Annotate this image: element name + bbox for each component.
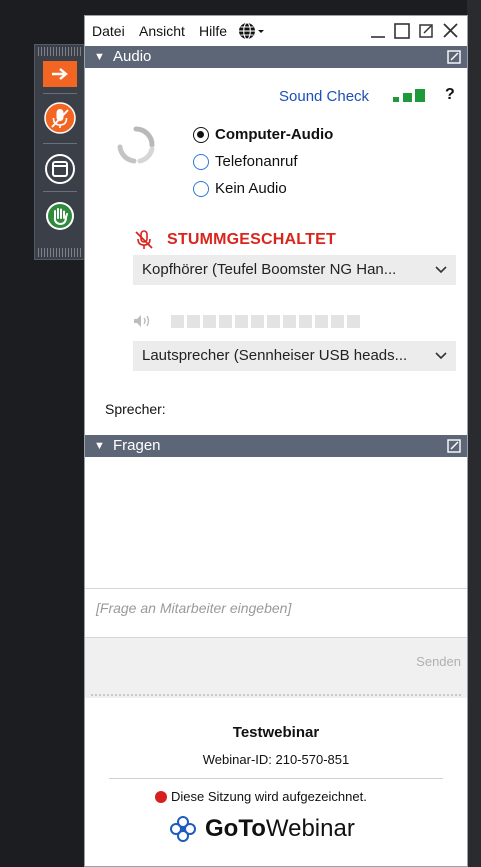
gotowebinar-logo: GoTo Webinar bbox=[169, 815, 355, 843]
microphone-button[interactable] bbox=[42, 100, 78, 136]
webinar-footer: Testwebinar Webinar-ID: 210-570-851 Dies… bbox=[85, 700, 467, 866]
recording-notice: Diese Sitzung wird aufgezeichnet. bbox=[155, 789, 367, 804]
minimize-icon bbox=[371, 36, 385, 38]
show-panel-button[interactable] bbox=[42, 151, 78, 187]
send-area: Senden bbox=[85, 638, 467, 698]
level-segment bbox=[219, 314, 232, 328]
arrow-right-icon bbox=[52, 68, 68, 80]
microphone-select[interactable]: Kopfhörer (Teufel Boomster NG Han... bbox=[133, 255, 456, 285]
help-button[interactable]: ? bbox=[445, 86, 455, 104]
popout-button[interactable] bbox=[417, 20, 435, 44]
chevron-down-icon bbox=[434, 341, 448, 382]
level-segment bbox=[235, 314, 248, 328]
control-panel bbox=[34, 44, 86, 260]
audio-section-header[interactable]: ▼ Audio bbox=[85, 46, 467, 68]
level-segment bbox=[267, 314, 280, 328]
questions-section-header[interactable]: ▼ Fragen bbox=[85, 435, 467, 457]
logo-webinar-text: Webinar bbox=[265, 815, 355, 842]
raise-hand-icon bbox=[46, 202, 74, 230]
logo-goto-text: GoTo bbox=[205, 815, 266, 842]
questions-section-title: Fragen bbox=[113, 437, 161, 454]
minimize-button[interactable] bbox=[369, 20, 387, 44]
loading-spinner-icon bbox=[117, 126, 155, 164]
separator bbox=[43, 191, 77, 192]
menu-datei[interactable]: Datei bbox=[92, 23, 125, 39]
radio-kein-audio[interactable]: Kein Audio bbox=[193, 180, 287, 197]
level-segment bbox=[347, 314, 360, 328]
recording-dot-icon bbox=[155, 790, 167, 803]
level-segment bbox=[171, 314, 184, 328]
speaker-volume-icon bbox=[134, 315, 150, 327]
popout-section-button[interactable] bbox=[447, 49, 461, 64]
audio-section-title: Audio bbox=[113, 48, 152, 65]
speaker-level-meter bbox=[133, 314, 363, 328]
popout-icon bbox=[419, 24, 433, 38]
language-button[interactable] bbox=[238, 22, 268, 45]
webinar-title: Testwebinar bbox=[232, 724, 320, 741]
sprecher-label: Sprecher: bbox=[105, 401, 166, 417]
sound-check-link[interactable]: Sound Check bbox=[279, 88, 369, 105]
collapse-triangle-icon: ▼ bbox=[94, 440, 105, 452]
radio-telefonanruf[interactable]: Telefonanruf bbox=[193, 153, 298, 170]
send-button[interactable]: Senden bbox=[416, 654, 461, 669]
maximize-icon bbox=[394, 23, 410, 39]
level-segment bbox=[299, 314, 312, 328]
menu-hilfe[interactable]: Hilfe bbox=[199, 23, 227, 39]
globe-icon bbox=[239, 22, 264, 40]
level-segment bbox=[331, 314, 344, 328]
speaker-select[interactable]: Lautsprecher (Sennheiser USB heads... bbox=[133, 341, 456, 371]
radio-label: Computer-Audio bbox=[215, 126, 334, 143]
popout-icon bbox=[447, 439, 461, 453]
level-segment bbox=[315, 314, 328, 328]
menu-ansicht[interactable]: Ansicht bbox=[139, 23, 185, 39]
collapse-arrow-button[interactable] bbox=[43, 61, 77, 87]
collapse-triangle-icon: ▼ bbox=[94, 51, 105, 63]
gotowebinar-window: Datei Ansicht Hilfe ▼ Audio Sound Check … bbox=[84, 15, 468, 867]
microphone-off-icon bbox=[135, 230, 153, 249]
gotowebinar-logo-icon bbox=[170, 816, 196, 842]
speaker-select-value: Lautsprecher (Sennheiser USB heads... bbox=[142, 347, 408, 364]
radio-indicator bbox=[193, 180, 209, 197]
window-panel-icon bbox=[45, 154, 75, 184]
radio-label: Kein Audio bbox=[215, 180, 287, 197]
divider bbox=[109, 778, 443, 779]
separator bbox=[43, 93, 77, 94]
question-input[interactable]: [Frage an Mitarbeiter eingeben] bbox=[85, 588, 467, 638]
raise-hand-button[interactable] bbox=[42, 198, 78, 234]
maximize-button[interactable] bbox=[393, 20, 411, 44]
muted-label: STUMMGESCHALTET bbox=[167, 231, 336, 248]
chevron-down-icon bbox=[434, 255, 448, 296]
microphone-muted-icon bbox=[44, 102, 76, 134]
level-segment bbox=[251, 314, 264, 328]
signal-strength-icon bbox=[393, 89, 427, 108]
radio-label: Telefonanruf bbox=[215, 153, 298, 170]
popout-icon bbox=[447, 50, 461, 64]
close-icon bbox=[443, 23, 458, 38]
popout-section-button[interactable] bbox=[447, 438, 461, 453]
drag-grip-bottom[interactable] bbox=[38, 248, 82, 257]
audio-panel: Sound Check ? Computer-Audio Telefonanru… bbox=[85, 68, 467, 433]
questions-log[interactable] bbox=[85, 460, 467, 588]
resize-handle[interactable] bbox=[91, 694, 461, 696]
radio-selected-indicator bbox=[193, 126, 209, 143]
microphone-select-value: Kopfhörer (Teufel Boomster NG Han... bbox=[142, 261, 397, 278]
radio-indicator bbox=[193, 153, 209, 170]
radio-computer-audio[interactable]: Computer-Audio bbox=[193, 126, 333, 143]
level-segment bbox=[203, 314, 216, 328]
level-segment bbox=[283, 314, 296, 328]
separator bbox=[43, 143, 77, 144]
question-input-placeholder: [Frage an Mitarbeiter eingeben] bbox=[96, 600, 292, 616]
muted-status[interactable]: STUMMGESCHALTET bbox=[135, 230, 336, 250]
close-button[interactable] bbox=[441, 20, 459, 44]
webinar-id: Webinar-ID: 210-570-851 bbox=[202, 752, 350, 767]
recording-notice-text: Diese Sitzung wird aufgezeichnet. bbox=[171, 789, 367, 804]
background-strip bbox=[467, 0, 481, 867]
menu-bar: Datei Ansicht Hilfe bbox=[85, 16, 467, 46]
level-segment bbox=[187, 314, 200, 328]
drag-grip-top[interactable] bbox=[38, 47, 82, 56]
